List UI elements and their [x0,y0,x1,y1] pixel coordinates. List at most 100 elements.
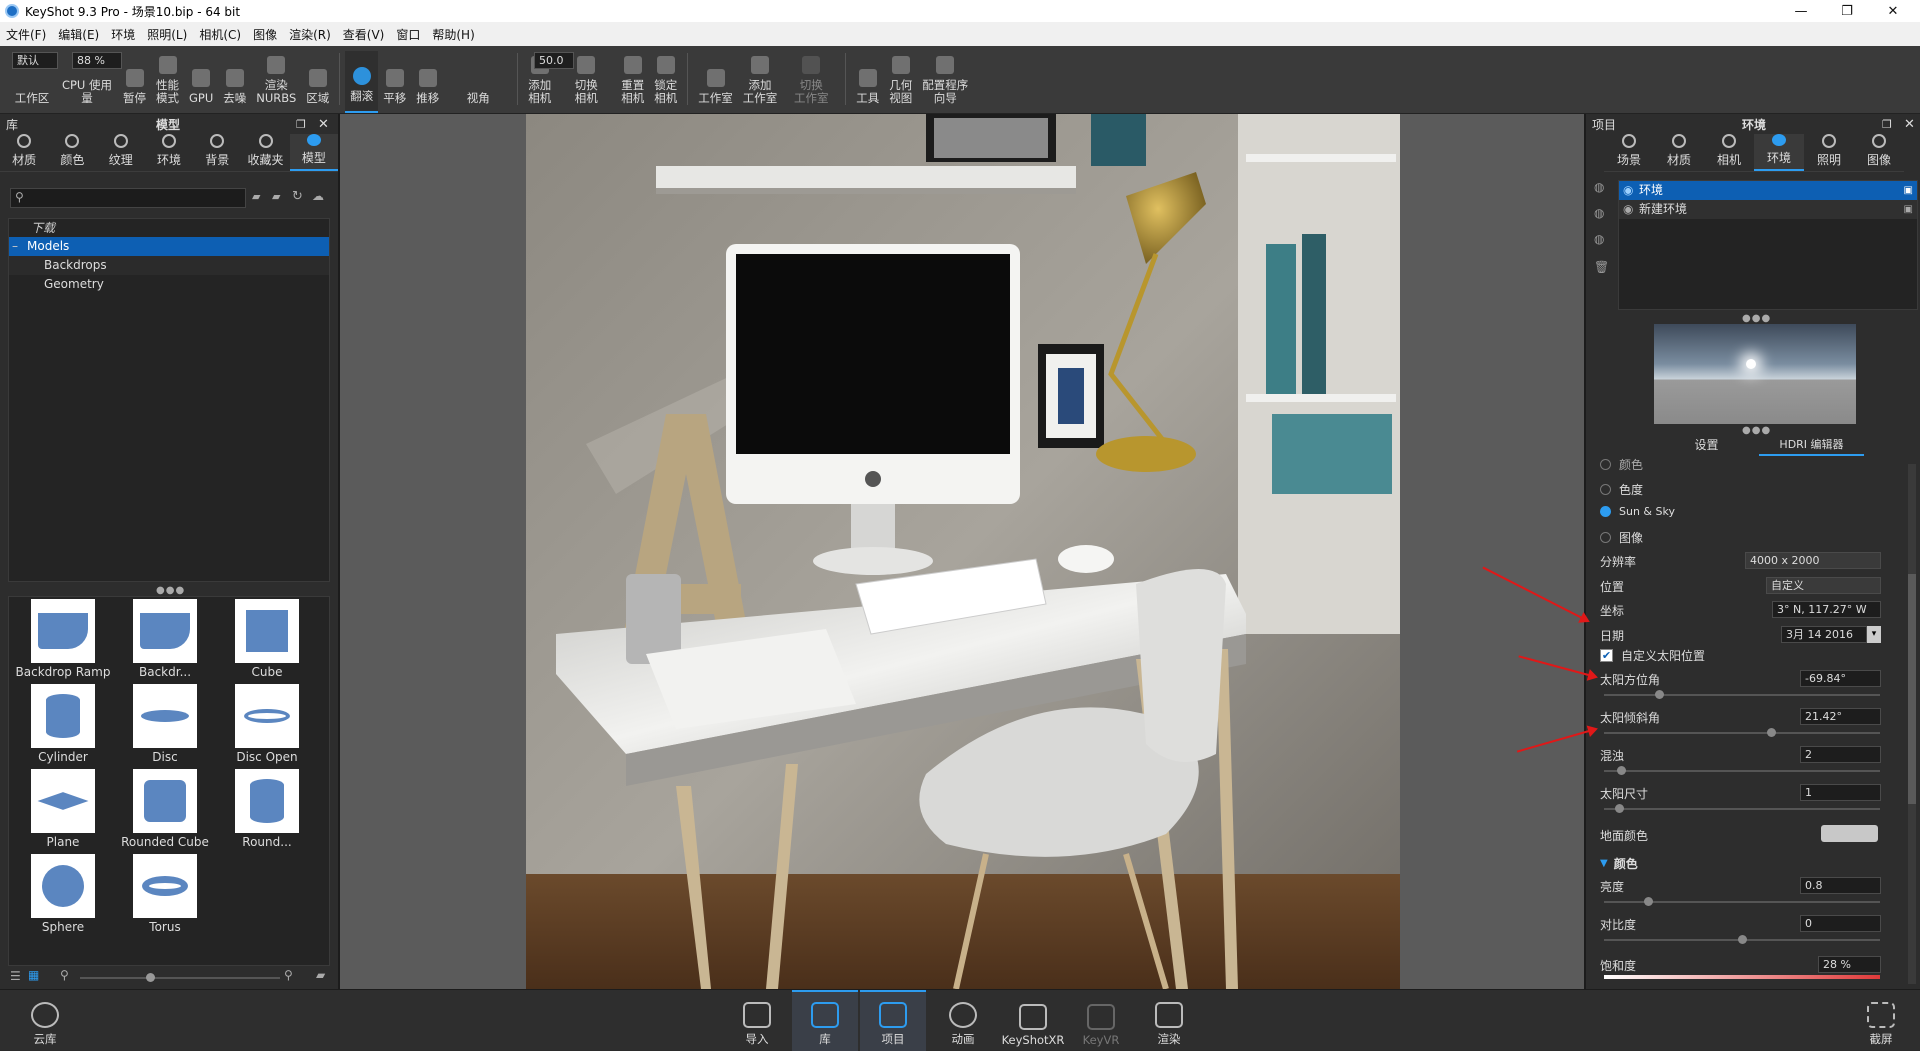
model-item-plane[interactable]: Plane [13,769,113,851]
folder-icon[interactable]: ▰ [252,190,260,203]
splitter-handle-icon[interactable]: ●●● [1742,313,1771,324]
coords-field[interactable]: 3° N, 117.27° W [1772,601,1881,618]
field-of-view-button[interactable]: 视角 [444,51,512,113]
hdri-preview[interactable] [1654,324,1856,424]
model-item-backdrop-ramp[interactable]: Backdrop Ramp [13,599,113,681]
resolution-select[interactable]: 4000 x 2000 [1745,552,1881,569]
screenshot-button[interactable]: 截屏 [1848,990,1914,1051]
panel-close-icon[interactable]: ✕ [1904,117,1915,132]
color-section-header[interactable]: ▼ 颜色 [1600,855,1638,872]
render-view[interactable] [526,114,1400,989]
menu-render[interactable]: 渲染(R) [283,26,337,43]
geometry-view-button[interactable]: 几何 视图 [884,51,917,113]
configurator-wizard-button[interactable]: 配置程序 向导 [917,51,973,113]
close-icon[interactable]: ✕ [1870,0,1916,22]
tree-item-backdrops[interactable]: Backdrops [9,256,329,275]
reset-camera-button[interactable]: 重置 相机 [616,51,649,113]
cloud-icon[interactable]: ☁ [312,189,324,203]
collapse-icon[interactable]: – [12,237,18,256]
splitter-handle-icon[interactable]: ●●● [1742,425,1771,436]
add-folder-icon[interactable]: ▰ [316,968,325,982]
date-picker-icon[interactable]: ▾ [1867,626,1881,643]
brightness-slider[interactable] [1604,897,1880,906]
tab-material[interactable]: 材质 [1654,134,1704,171]
environment-item-active[interactable]: ◉ 环境 ▣ [1619,181,1917,200]
environment-item[interactable]: ◉ 新建环境 ▣ [1619,200,1917,219]
workspace-preset-select[interactable]: 默认 [12,52,58,69]
sun-size-slider[interactable] [1604,804,1880,813]
model-item-backdrop[interactable]: Backdr... [115,599,215,681]
custom-sun-checkbox-row[interactable]: ✔ 自定义太阳位置 [1600,647,1705,664]
environment-settings-icon[interactable]: ◍ [1594,232,1604,246]
saturation-field[interactable]: 28 % [1818,956,1881,973]
zoom-in-icon[interactable]: ⚲ [284,968,293,982]
inclination-slider[interactable] [1604,728,1880,737]
model-item-sphere[interactable]: Sphere [13,854,113,936]
animation-button[interactable]: 动画 [930,990,996,1051]
list-view-icon[interactable]: ☰ [10,969,21,983]
minimize-icon[interactable]: — [1778,0,1824,22]
turbidity-field[interactable]: 2 [1800,746,1881,763]
tumble-button[interactable]: 翻滚 [345,51,379,113]
lock-icon[interactable]: ▣ [1904,200,1913,219]
radio-chroma[interactable]: 色度 [1600,481,1643,498]
contrast-field[interactable]: 0 [1800,915,1881,932]
scrollbar-thumb[interactable] [1908,574,1916,804]
add-environment-icon[interactable]: ◍ [1594,180,1604,194]
studio-button[interactable]: 工作室 [693,51,738,113]
menu-camera[interactable]: 相机(C) [193,26,247,43]
model-item-rounded[interactable]: Round... [217,769,317,851]
model-item-rounded-cube[interactable]: Rounded Cube [115,769,215,851]
brightness-field[interactable]: 0.8 [1800,877,1881,894]
refresh-icon[interactable]: ↻ [292,189,303,204]
radio-image[interactable]: 图像 [1600,529,1643,546]
menu-help[interactable]: 帮助(H) [426,26,480,43]
thumbnail-size-slider[interactable] [80,973,280,982]
turbidity-slider[interactable] [1604,766,1880,775]
menu-window[interactable]: 窗口 [390,26,426,43]
tree-item-downloads[interactable]: 下载 [9,219,329,237]
cloud-library-button[interactable]: 云库 [12,990,78,1051]
zoom-out-icon[interactable]: ⚲ [60,968,69,982]
switch-studio-button[interactable]: 切换 工作室 [782,51,840,113]
menu-edit[interactable]: 编辑(E) [52,26,105,43]
undock-icon[interactable]: ❐ [296,118,306,131]
render-nurbs-button[interactable]: 渲染 NURBS [251,51,301,113]
tab-lighting[interactable]: 照明 [1804,134,1854,171]
splitter-handle-icon[interactable]: ●●● [156,585,185,596]
lock-icon[interactable]: ▣ [1904,181,1913,200]
model-item-cube[interactable]: Cube [217,599,317,681]
realtime-viewport[interactable] [340,114,1584,989]
gpu-button[interactable]: GPU [184,51,218,113]
tab-environment[interactable]: 环境 [1754,134,1804,171]
subtab-settings[interactable]: 设置 [1654,436,1759,456]
tab-favorites[interactable]: 收藏夹 [241,134,289,171]
custom-sun-checkbox[interactable]: ✔ [1600,649,1613,662]
radio-color[interactable]: 颜色 [1600,456,1643,473]
inclination-field[interactable]: 21.42° [1800,708,1881,725]
pan-button[interactable]: 平移 [378,51,411,113]
azimuth-slider[interactable] [1604,690,1880,699]
menu-file[interactable]: 文件(F) [0,26,52,43]
model-item-torus[interactable]: Torus [115,854,215,936]
sun-marker[interactable] [1746,359,1756,369]
menu-view[interactable]: 查看(V) [337,26,391,43]
grid-view-icon[interactable]: ▦ [28,968,39,982]
keyshotxr-button[interactable]: KeyShotXR [1000,990,1066,1051]
library-button[interactable]: 库 [792,990,858,1051]
model-item-cylinder[interactable]: Cylinder [13,684,113,766]
tab-scene[interactable]: 场景 [1604,134,1654,171]
tab-models[interactable]: 模型 [289,134,338,171]
tools-button[interactable]: 工具 [851,51,884,113]
tree-item-geometry[interactable]: Geometry [9,275,329,294]
add-studio-button[interactable]: 添加 工作室 [738,51,783,113]
tab-materials[interactable]: 材质 [0,134,48,171]
contrast-slider[interactable] [1604,935,1880,944]
restore-icon[interactable]: ❐ [1824,0,1870,22]
sun-size-field[interactable]: 1 [1800,784,1881,801]
position-select[interactable]: 自定义 [1766,577,1881,594]
undock-icon[interactable]: ❐ [1882,118,1892,131]
import-folder-icon[interactable]: ▰ [272,190,280,203]
trash-icon[interactable]: 🗑 [1594,260,1609,274]
model-item-disc[interactable]: Disc [115,684,215,766]
